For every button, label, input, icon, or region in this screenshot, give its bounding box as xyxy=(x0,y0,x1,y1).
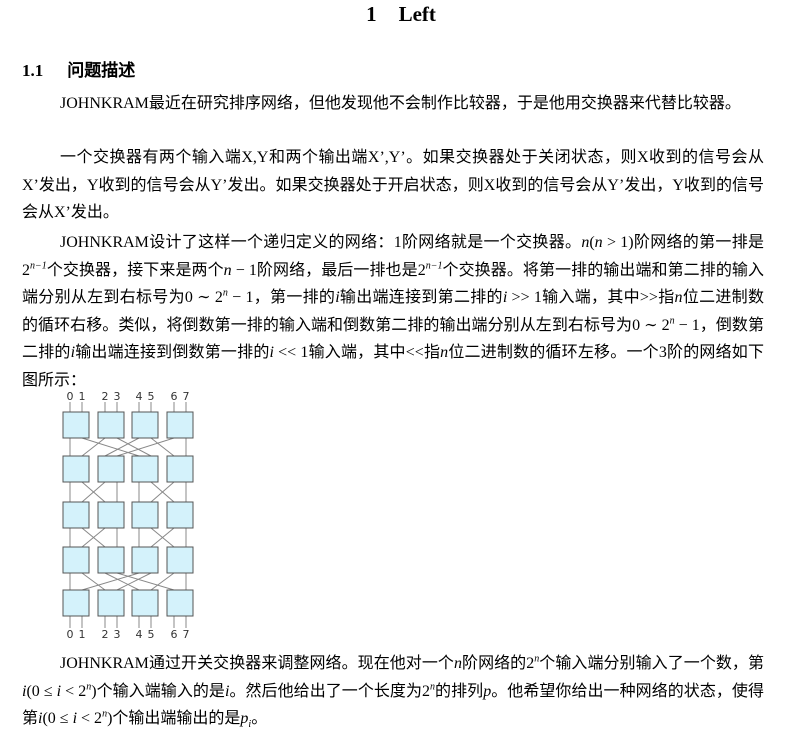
input-port-label: 4 xyxy=(136,390,143,403)
text-run: < 2 xyxy=(77,710,103,727)
chapter-title: 1 Left xyxy=(366,2,436,26)
text-run: )个输出端输出的是 xyxy=(107,710,241,727)
superscript: n−1 xyxy=(425,260,443,272)
wire xyxy=(81,437,106,457)
wire xyxy=(150,572,175,591)
math-variable: n xyxy=(440,344,449,361)
text-run: 。 xyxy=(251,710,268,727)
input-port-label: 1 xyxy=(79,390,86,403)
math-variable: n xyxy=(594,234,603,251)
switch-box xyxy=(62,546,90,574)
switch-box xyxy=(166,411,194,439)
text-run: 个输入端分别输入了一个数，第 xyxy=(539,655,764,672)
switch-box xyxy=(97,546,125,574)
text-run: 。然后他给出了一个长度为2 xyxy=(229,682,431,700)
text-run: (0 ≤ xyxy=(26,682,57,700)
text-run: >> 1输入端，其中>>指 xyxy=(507,289,675,306)
superscript: n−1 xyxy=(30,260,47,272)
section-heading: 1.1 问题描述 xyxy=(22,61,136,80)
text-run: << 1输入端，其中<<指 xyxy=(273,344,441,361)
input-port-label: 3 xyxy=(114,390,121,403)
switch-box xyxy=(131,455,159,483)
output-port-label: 2 xyxy=(102,628,109,640)
math-variable: n xyxy=(453,655,462,672)
input-port-label: 2 xyxy=(102,390,109,403)
switch-box xyxy=(131,501,159,529)
switch-box xyxy=(97,455,125,483)
input-port-label: 0 xyxy=(67,390,74,403)
switch-box xyxy=(131,546,159,574)
math-variable: n xyxy=(674,289,683,306)
paragraph-network-definition: JOHNKRAM设计了这样一个递归定义的网络：1阶网络就是一个交换器。n(n >… xyxy=(22,229,764,394)
math-variable: n xyxy=(223,261,232,279)
switch-box xyxy=(62,455,90,483)
switch-box xyxy=(62,589,90,617)
text-run: 阶网络的2 xyxy=(461,655,535,672)
text-run: 的排列 xyxy=(435,682,484,700)
output-port-label: 7 xyxy=(183,628,190,640)
switch-box xyxy=(62,411,90,439)
switch-box xyxy=(131,589,159,617)
switch-box xyxy=(97,411,125,439)
output-port-label: 3 xyxy=(114,628,121,640)
input-port-label: 6 xyxy=(171,390,178,403)
text-run: 输出端连接到倒数第一排的 xyxy=(75,344,270,361)
output-port-label: 4 xyxy=(136,628,143,640)
wire xyxy=(150,437,175,457)
text-run: JOHNKRAM设计了这样一个递归定义的网络：1阶网络就是一个交换器。 xyxy=(60,234,582,251)
input-port-label: 5 xyxy=(148,390,155,403)
text-run: 一个交换器有两个输入端X,Y和两个输出端X’,Y’。如果交换器处于关闭状态，则X… xyxy=(22,149,764,221)
math-variable: p xyxy=(483,682,492,700)
output-port-label: 6 xyxy=(171,628,178,640)
switch-box xyxy=(166,501,194,529)
text-run: − 1，第一排的 xyxy=(227,289,336,306)
switch-box xyxy=(97,501,125,529)
output-port-label: 5 xyxy=(148,628,155,640)
text-run: 输出端连接到第二排的 xyxy=(339,289,503,306)
text-run: )个输入端输入的是 xyxy=(91,682,225,700)
switch-box xyxy=(131,411,159,439)
output-port-label: 0 xyxy=(67,628,74,640)
switch-box xyxy=(166,589,194,617)
text-run: JOHNKRAM最近在研究排序网络，但他发现他不会制作比较器，于是他用交换器来代… xyxy=(60,95,741,112)
paragraph-intro: JOHNKRAM最近在研究排序网络，但他发现他不会制作比较器，于是他用交换器来代… xyxy=(22,90,764,118)
network-diagram: 0 1 2 3 4 5 6 70 1 2 3 4 5 6 7 xyxy=(62,390,194,640)
text-run: (0 ≤ xyxy=(42,710,73,727)
switch-box xyxy=(97,589,125,617)
paragraph-switch: 一个交换器有两个输入端X,Y和两个输出端X’,Y’。如果交换器处于关闭状态，则X… xyxy=(22,144,764,227)
text-run: − 1阶网络，最后一排也是2 xyxy=(231,261,426,279)
text-run: JOHNKRAM通过开关交换器来调整网络。现在他对一个 xyxy=(60,655,454,672)
switch-box xyxy=(166,546,194,574)
text-run: 个交换器，接下来是两个 xyxy=(46,261,224,279)
text-run: < 2 xyxy=(61,682,87,700)
switch-box xyxy=(62,501,90,529)
wire xyxy=(81,572,106,591)
input-port-label: 7 xyxy=(183,390,190,403)
paragraph-task: JOHNKRAM通过开关交换器来调整网络。现在他对一个n阶网络的2n个输入端分别… xyxy=(22,650,764,739)
output-port-label: 1 xyxy=(79,628,86,640)
switch-box xyxy=(166,455,194,483)
